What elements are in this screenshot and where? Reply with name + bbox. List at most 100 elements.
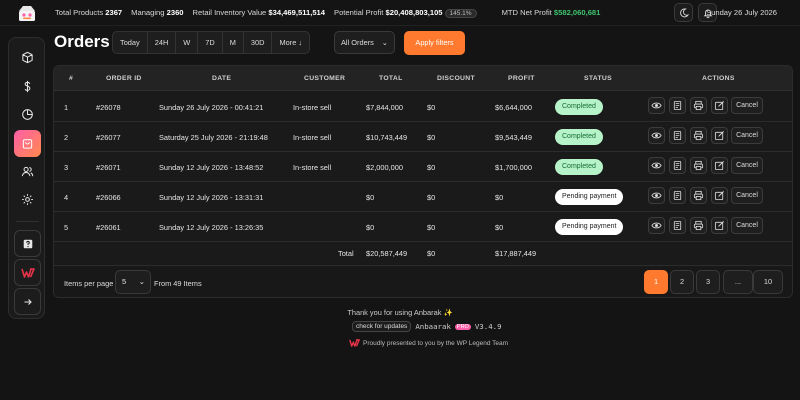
theme-toggle-button[interactable] xyxy=(674,3,693,22)
receipt-button[interactable] xyxy=(669,217,686,234)
order-discount: $0 xyxy=(427,103,436,112)
range-today[interactable]: Today xyxy=(113,32,148,53)
order-date: Saturday 25 July 2026 - 21:19:48 xyxy=(159,133,268,142)
row-number: 5 xyxy=(64,223,69,232)
view-order-button[interactable] xyxy=(648,97,665,114)
wp-legend-logo xyxy=(20,267,35,278)
sidebar-item-users[interactable] xyxy=(14,158,41,185)
view-order-button[interactable] xyxy=(648,127,665,144)
sidebar-item-settings[interactable] xyxy=(14,186,41,213)
page-button-3[interactable]: 3 xyxy=(696,270,720,294)
receipt-button[interactable] xyxy=(669,127,686,144)
edit-order-button[interactable] xyxy=(711,97,728,114)
edit-order-button[interactable] xyxy=(711,217,728,234)
printer-icon xyxy=(693,220,704,231)
order-total: $10,743,449 xyxy=(366,133,408,142)
range-more[interactable]: More ↓ xyxy=(272,32,309,53)
col-number: # xyxy=(69,75,74,82)
receipt-icon xyxy=(673,130,682,141)
pagination-bar: Items per page 5 ⌄ From 49 Items 1 2 3 .… xyxy=(54,265,792,297)
print-button[interactable] xyxy=(690,157,707,174)
edit-icon xyxy=(714,101,724,111)
sidebar-item-reports[interactable] xyxy=(14,101,41,128)
eye-icon xyxy=(651,222,662,229)
range-30d[interactable]: 30D xyxy=(244,32,273,53)
printer-icon xyxy=(693,100,704,111)
view-order-button[interactable] xyxy=(648,157,665,174)
range-7d[interactable]: 7D xyxy=(198,32,223,53)
check-updates-button[interactable]: check for updates xyxy=(352,321,412,332)
items-per-page-select[interactable]: 5 ⌄ xyxy=(115,270,151,294)
stat-inventory-value: Retail Inventory Value $34,469,511,514 xyxy=(192,8,325,17)
printer-icon xyxy=(693,190,704,201)
receipt-icon xyxy=(673,190,682,201)
cancel-order-button[interactable]: Cancel xyxy=(731,97,763,114)
order-id[interactable]: #26078 xyxy=(96,103,121,112)
cancel-order-button[interactable]: Cancel xyxy=(731,127,763,144)
order-id[interactable]: #26071 xyxy=(96,163,121,172)
receipt-icon xyxy=(673,160,682,171)
order-total: $2,000,000 xyxy=(366,163,403,172)
range-month[interactable]: M xyxy=(223,32,244,53)
receipt-icon xyxy=(673,100,682,111)
order-total: $0 xyxy=(366,223,375,232)
apply-filters-button[interactable]: Apply filters xyxy=(404,31,465,55)
view-order-button[interactable] xyxy=(648,187,665,204)
order-total: $7,844,000 xyxy=(366,103,403,112)
order-profit: $0 xyxy=(495,193,504,202)
order-profit: $1,700,000 xyxy=(495,163,532,172)
order-status-value: All Orders xyxy=(341,38,374,47)
dollar-icon xyxy=(24,80,31,93)
chevron-down-icon: ⌄ xyxy=(381,38,388,47)
print-button[interactable] xyxy=(690,127,707,144)
edit-order-button[interactable] xyxy=(711,127,728,144)
print-button[interactable] xyxy=(690,187,707,204)
print-button[interactable] xyxy=(690,217,707,234)
edit-order-button[interactable] xyxy=(711,187,728,204)
version-number: V3.4.9 xyxy=(474,322,502,331)
sidebar-item-products[interactable] xyxy=(14,44,41,71)
total-profit: $17,887,449 xyxy=(495,249,537,258)
sidebar-item-wp-legend[interactable] xyxy=(14,259,41,286)
order-profit: $9,543,449 xyxy=(495,133,532,142)
arrow-right-icon xyxy=(24,298,32,305)
items-count: From 49 Items xyxy=(154,279,202,288)
order-id[interactable]: #26061 xyxy=(96,223,121,232)
sidebar-item-finance[interactable] xyxy=(14,73,41,100)
edit-order-button[interactable] xyxy=(711,157,728,174)
order-discount: $0 xyxy=(427,133,436,142)
receipt-button[interactable] xyxy=(669,97,686,114)
page-button-1[interactable]: 1 xyxy=(644,270,668,294)
sidebar-item-help[interactable] xyxy=(14,230,41,257)
row-number: 4 xyxy=(64,193,69,202)
items-per-page-value: 5 xyxy=(122,277,127,286)
help-icon xyxy=(23,239,32,248)
page-button-10[interactable]: 10 xyxy=(753,270,783,294)
range-week[interactable]: W xyxy=(176,32,199,53)
moon-icon xyxy=(679,8,689,17)
printer-icon xyxy=(693,160,704,171)
cancel-order-button[interactable]: Cancel xyxy=(731,157,763,174)
view-order-button[interactable] xyxy=(648,217,665,234)
order-status-select[interactable]: All Orders ⌄ xyxy=(334,31,395,54)
print-button[interactable] xyxy=(690,97,707,114)
order-date: Sunday 12 July 2026 - 13:26:35 xyxy=(159,223,264,232)
sidebar-item-orders[interactable] xyxy=(14,130,41,157)
edit-icon xyxy=(714,221,724,231)
status-badge: Completed xyxy=(555,159,603,175)
cancel-order-button[interactable]: Cancel xyxy=(731,187,763,204)
receipt-button[interactable] xyxy=(669,157,686,174)
range-24h[interactable]: 24H xyxy=(148,32,177,53)
order-id[interactable]: #26066 xyxy=(96,193,121,202)
page-ellipsis[interactable]: ... xyxy=(723,270,753,294)
total-discount: $0 xyxy=(427,249,436,258)
order-total: $0 xyxy=(366,193,375,202)
page-button-2[interactable]: 2 xyxy=(670,270,694,294)
order-id[interactable]: #26077 xyxy=(96,133,121,142)
edit-icon xyxy=(714,161,724,171)
cancel-order-button[interactable]: Cancel xyxy=(731,217,763,234)
order-date: Sunday 12 July 2026 - 13:31:31 xyxy=(159,193,264,202)
pro-badge: PRO xyxy=(454,323,471,330)
total-label: Total xyxy=(338,249,354,258)
receipt-button[interactable] xyxy=(669,187,686,204)
